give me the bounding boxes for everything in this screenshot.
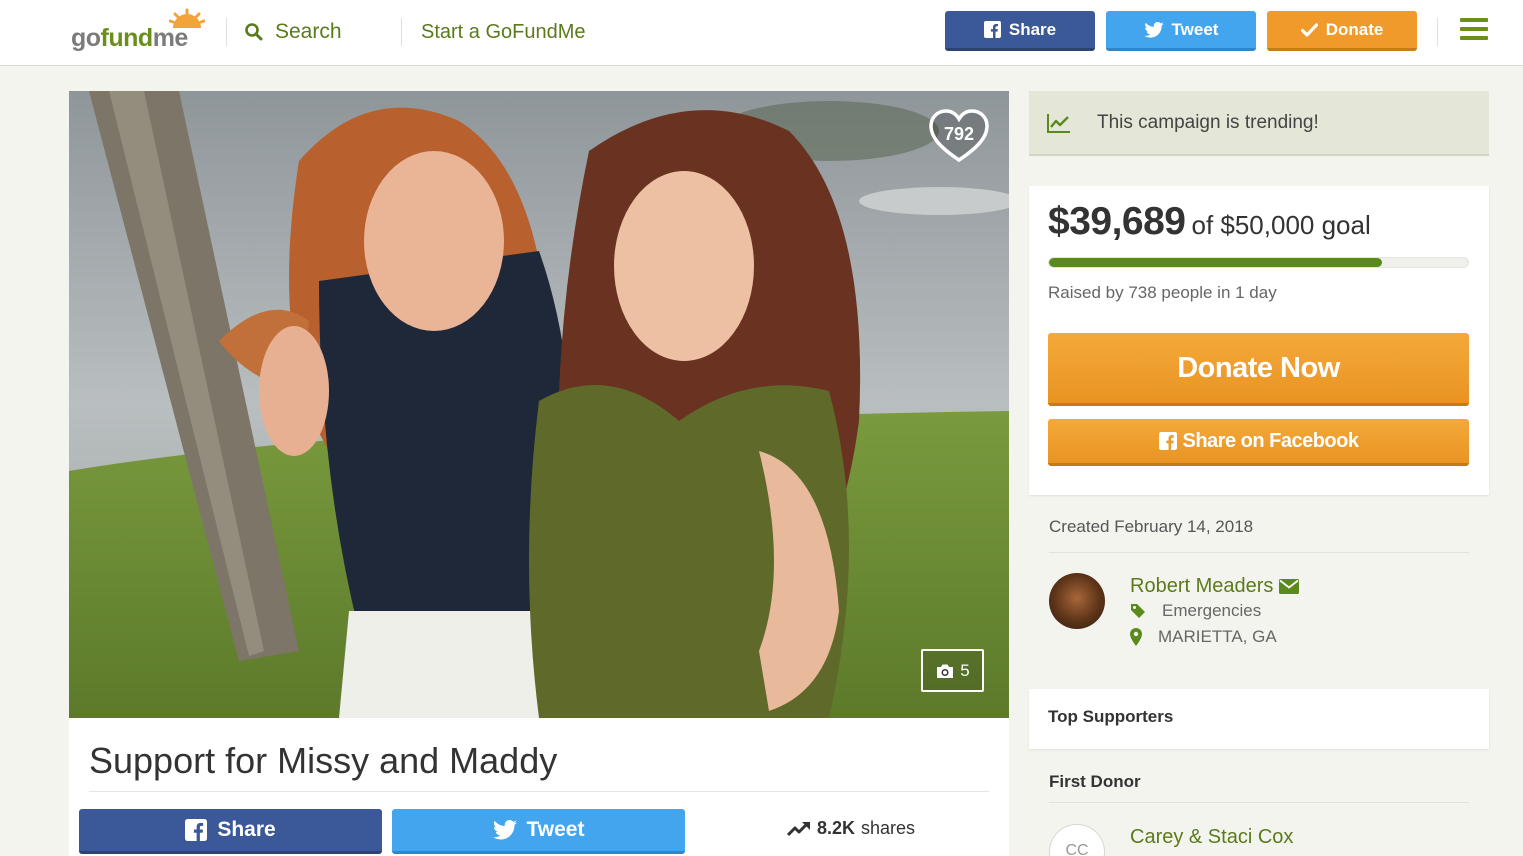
donate-now-button[interactable]: Donate Now — [1048, 333, 1469, 406]
divider — [89, 791, 989, 792]
raised-by-text: Raised by 738 people in 1 day — [1048, 283, 1277, 302]
progress-bar-fill — [1049, 258, 1382, 267]
photo-gallery-button[interactable]: 5 — [921, 649, 984, 692]
category-label: Emergencies — [1162, 601, 1262, 620]
campaign-tweet-button[interactable]: Tweet — [392, 809, 685, 854]
trending-chart-icon — [1047, 113, 1070, 133]
first-donor-name[interactable]: Carey & Staci Cox — [1130, 826, 1293, 849]
search-label: Search — [275, 20, 342, 43]
header-divider — [1437, 18, 1438, 46]
divider — [1049, 552, 1469, 553]
campaign-photo-illustration — [69, 91, 1009, 718]
header-share-button[interactable]: Share — [945, 11, 1095, 51]
envelope-icon[interactable] — [1279, 579, 1300, 594]
site-header: gofundme Search Start a GoFundMe Share T… — [0, 0, 1523, 66]
heart-count: 792 — [943, 124, 975, 144]
organizer-name: Robert Meaders — [1130, 575, 1274, 597]
shares-number: 8.2K — [817, 818, 856, 838]
progress-bar — [1048, 257, 1469, 268]
raised-amount: $39,689 — [1048, 200, 1186, 243]
campaign-title-card: Support for Missy and Maddy Share Tweet … — [69, 718, 1009, 856]
created-date: Created February 14, 2018 — [1049, 517, 1254, 536]
campaign-location: MARIETTA, GA — [1130, 627, 1277, 647]
twitter-icon — [492, 820, 517, 840]
raised-summary: $39,689 of $50,000 goal — [1048, 200, 1371, 244]
trending-text: This campaign is trending! — [1097, 111, 1319, 133]
organizer-avatar[interactable] — [1049, 573, 1105, 629]
organizer-link[interactable]: Robert Meaders — [1130, 575, 1300, 598]
photo-count: 5 — [960, 660, 970, 680]
campaign-category[interactable]: Emergencies — [1130, 601, 1261, 621]
search-link[interactable]: Search — [245, 18, 342, 46]
twitter-icon — [1143, 21, 1164, 38]
first-donor-heading: First Donor — [1049, 772, 1141, 791]
header-share-label: Share — [1008, 19, 1057, 39]
campaign-share-button[interactable]: Share — [79, 809, 382, 854]
donor-avatar: CC — [1049, 824, 1105, 856]
campaign-tweet-label: Tweet — [526, 818, 585, 841]
header-donate-button[interactable]: Donate — [1267, 11, 1417, 51]
trending-banner: This campaign is trending! — [1029, 91, 1489, 156]
logo-wordmark: gofundme — [71, 24, 188, 52]
campaign-title: Support for Missy and Maddy — [89, 740, 558, 781]
top-supporters-section[interactable]: Top Supporters — [1029, 689, 1489, 749]
menu-icon[interactable] — [1460, 18, 1488, 44]
share-on-facebook-label: Share on Facebook — [1182, 429, 1360, 452]
header-divider — [226, 18, 227, 46]
shares-count: 8.2K shares — [787, 818, 915, 839]
donation-panel: $39,689 of $50,000 goal Raised by 738 pe… — [1029, 186, 1489, 495]
header-divider — [401, 18, 402, 46]
facebook-icon — [983, 21, 1001, 38]
location-label: MARIETTA, GA — [1158, 627, 1277, 646]
header-tweet-label: Tweet — [1171, 19, 1219, 39]
trending-icon — [787, 821, 810, 836]
camera-icon — [937, 664, 954, 678]
facebook-icon — [1158, 432, 1177, 450]
check-icon — [1300, 22, 1318, 37]
facebook-icon — [185, 819, 208, 841]
heart-button[interactable]: 792 — [928, 108, 990, 164]
gofundme-logo[interactable]: gofundme — [71, 8, 211, 54]
tag-icon — [1131, 604, 1145, 618]
search-icon — [245, 23, 263, 41]
start-gofundme-link[interactable]: Start a GoFundMe — [421, 18, 586, 46]
shares-label: shares — [861, 818, 916, 838]
goal-text: of $50,000 goal — [1191, 210, 1371, 240]
share-on-facebook-button[interactable]: Share on Facebook — [1048, 419, 1469, 466]
campaign-photo[interactable] — [69, 91, 1009, 718]
campaign-share-label: Share — [217, 818, 276, 841]
map-pin-icon — [1130, 628, 1142, 646]
header-tweet-button[interactable]: Tweet — [1106, 11, 1256, 51]
divider — [1049, 802, 1469, 803]
header-donate-label: Donate — [1325, 19, 1384, 39]
